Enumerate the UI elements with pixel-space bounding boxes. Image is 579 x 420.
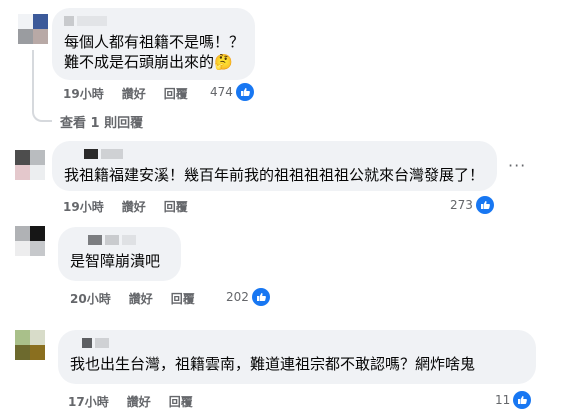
comment-bubble: 我祖籍福建安溪！幾百年前我的祖祖祖祖祖公就來台灣發展了！	[52, 141, 497, 191]
like-button[interactable]: 讚好	[122, 198, 146, 215]
timestamp[interactable]: 17小時	[68, 393, 109, 410]
like-button[interactable]: 讚好	[127, 393, 151, 410]
thumbs-up-icon	[475, 196, 494, 214]
comment-text: 每個人都有祖籍不是嗎！？	[64, 33, 245, 51]
reaction-count[interactable]: 474	[210, 83, 254, 101]
commenter-name[interactable]	[88, 235, 169, 247]
comment-actions: 19小時 讚好 回覆	[63, 85, 188, 102]
timestamp[interactable]: 20小時	[70, 290, 111, 307]
timestamp[interactable]: 19小時	[63, 85, 104, 102]
comment-text: 我祖籍福建安溪！幾百年前我的祖祖祖祖祖公就來台灣發展了！	[64, 166, 485, 184]
commenter-name[interactable]	[64, 16, 243, 28]
comment-bubble: 每個人都有祖籍不是嗎！？ 難不成是石頭崩出來的🤔	[52, 8, 255, 80]
comment-text: 是智障崩潰吧	[70, 252, 161, 270]
more-options-icon[interactable]: ···	[508, 158, 526, 174]
like-button[interactable]: 讚好	[122, 85, 146, 102]
thumbs-up-icon	[513, 391, 532, 409]
reply-button[interactable]: 回覆	[164, 198, 188, 215]
reaction-count-number: 11	[495, 393, 511, 407]
reply-thread-connector	[32, 50, 52, 122]
avatar[interactable]	[15, 226, 45, 256]
reaction-count[interactable]: 11	[495, 391, 532, 409]
comment-actions: 17小時 讚好 回覆	[68, 393, 193, 410]
comment-bubble: 我也出生台灣，祖籍雲南，難道連祖宗都不敢認嗎？網炸啥鬼	[58, 330, 536, 384]
reply-button[interactable]: 回覆	[169, 393, 193, 410]
thumbs-up-icon	[235, 83, 254, 101]
commenter-name[interactable]	[84, 149, 485, 161]
reaction-count-number: 202	[226, 290, 249, 304]
reaction-count[interactable]: 202	[226, 288, 270, 306]
like-button[interactable]: 讚好	[129, 290, 153, 307]
avatar[interactable]	[15, 150, 45, 180]
reaction-count-number: 474	[210, 85, 233, 99]
comment-actions: 19小時 讚好 回覆	[63, 198, 188, 215]
comment-actions: 20小時 讚好 回覆	[70, 290, 195, 307]
reaction-count[interactable]: 273	[450, 196, 494, 214]
avatar[interactable]	[18, 14, 48, 44]
view-replies-link[interactable]: 查看 1 則回覆	[60, 112, 143, 131]
comment-bubble: 是智障崩潰吧	[58, 227, 181, 281]
thumbs-up-icon	[251, 288, 270, 306]
comment-text: 我也出生台灣，祖籍雲南，難道連祖宗都不敢認嗎？網炸啥鬼	[70, 355, 476, 373]
avatar[interactable]	[15, 330, 45, 360]
timestamp[interactable]: 19小時	[63, 198, 104, 215]
comment-text: 難不成是石頭崩出來的🤔	[64, 53, 233, 71]
reply-button[interactable]: 回覆	[171, 290, 195, 307]
reply-button[interactable]: 回覆	[164, 85, 188, 102]
reaction-count-number: 273	[450, 198, 473, 212]
commenter-name[interactable]	[82, 338, 524, 350]
